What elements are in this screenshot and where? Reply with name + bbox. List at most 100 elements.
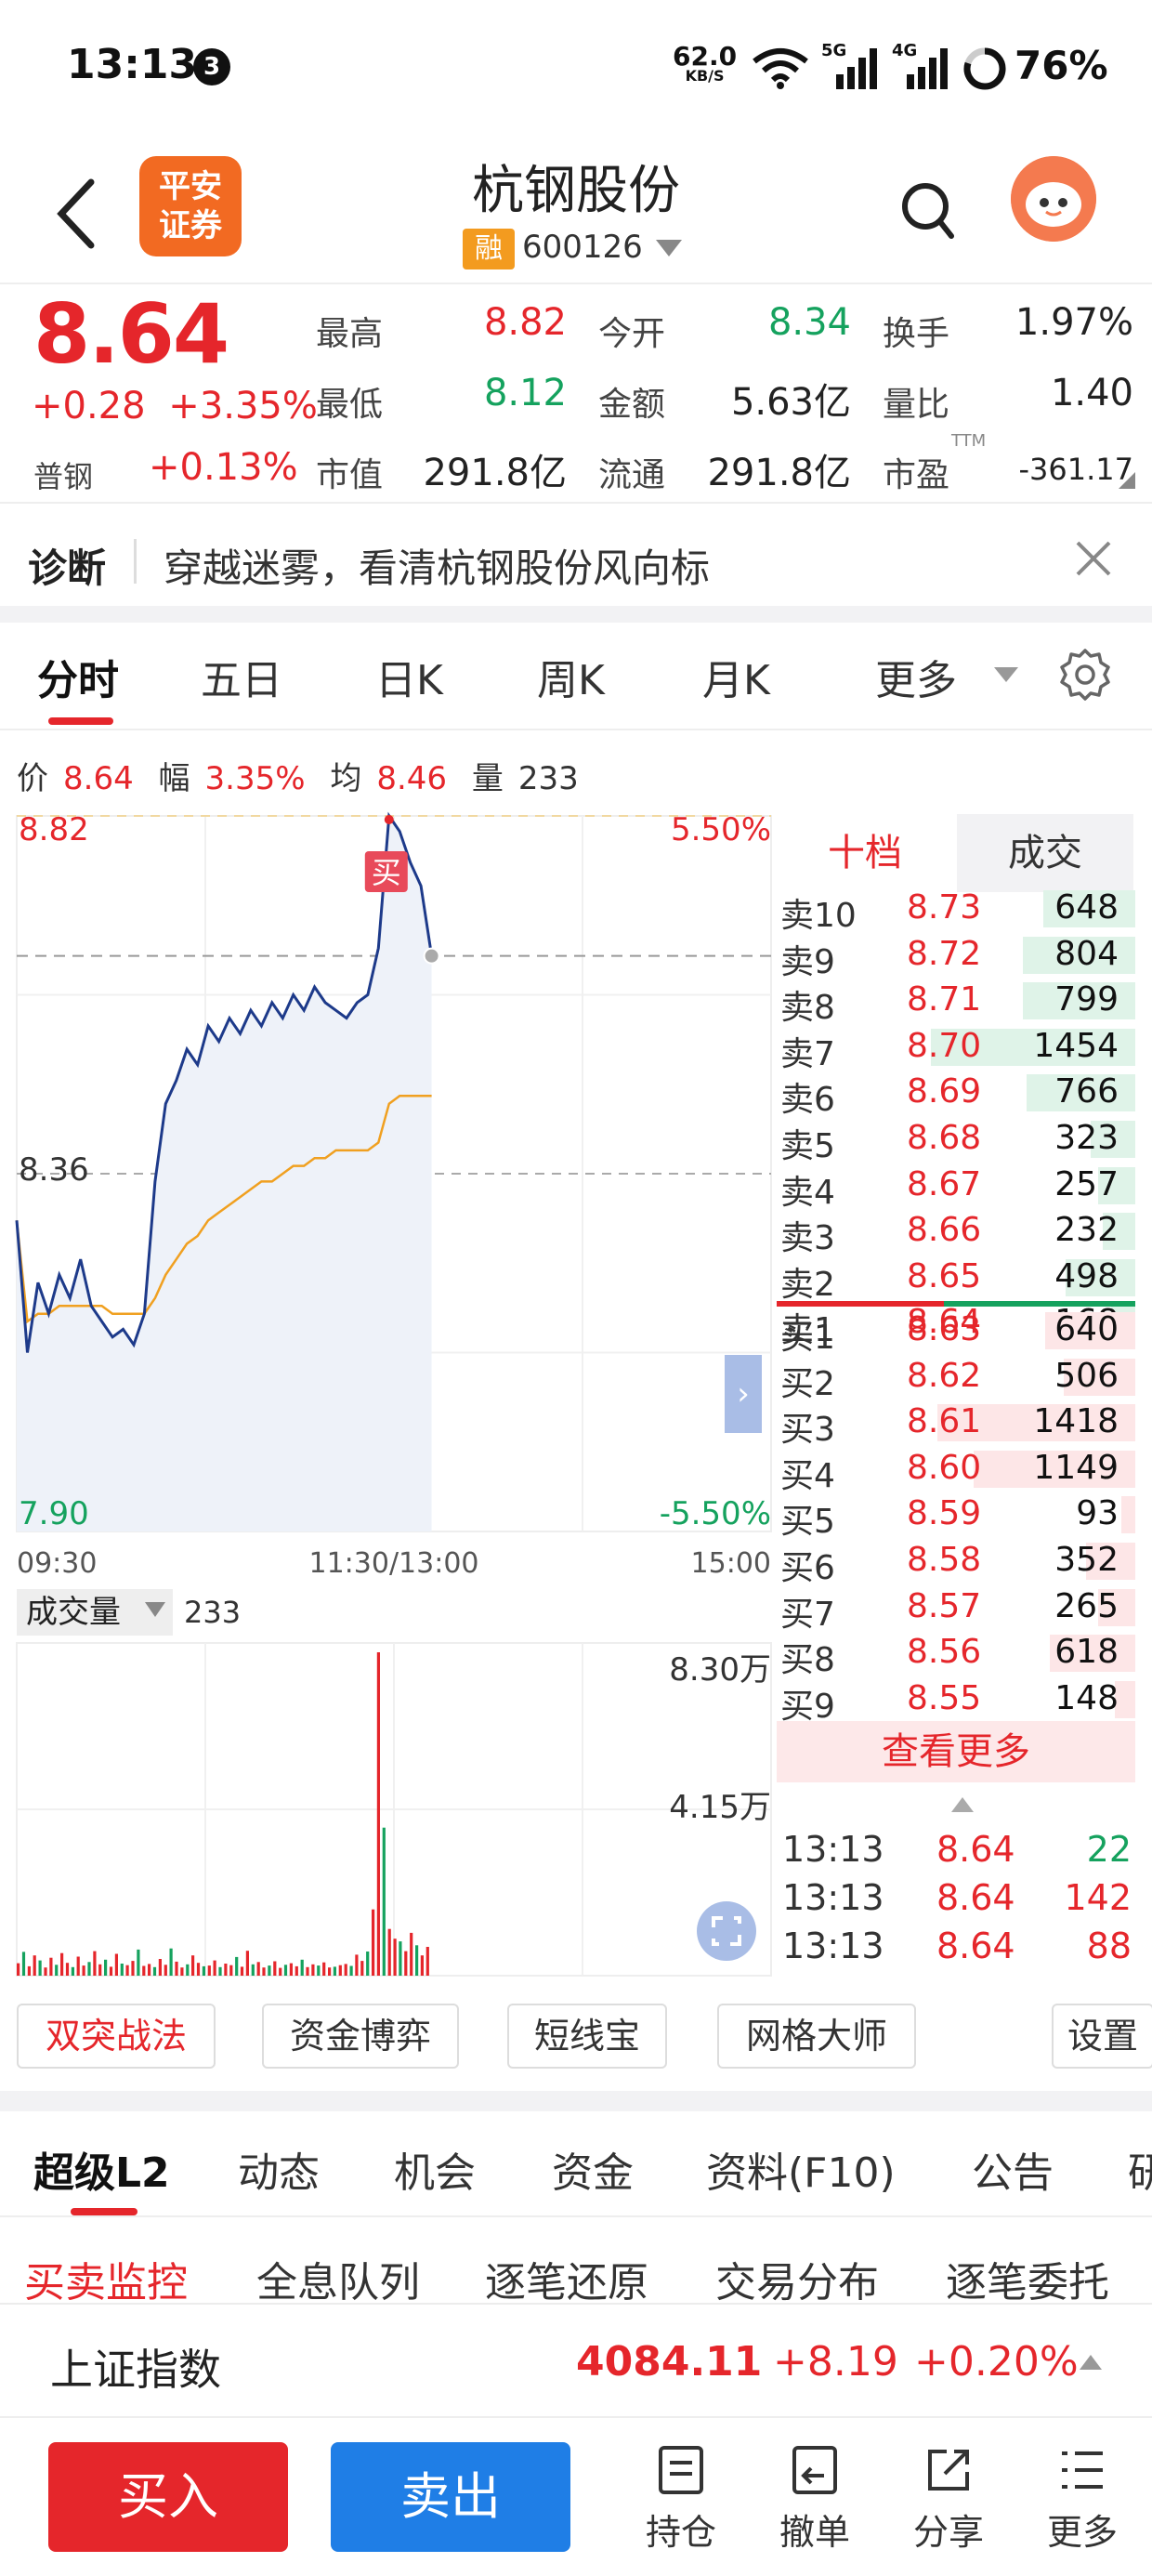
tab-daily-k[interactable]: 日K — [375, 647, 443, 706]
volume-bar — [71, 1966, 74, 1976]
order-book-row[interactable]: 买1 8.63 640 — [777, 1310, 1135, 1357]
last-price-dot — [423, 947, 440, 965]
order-book-row[interactable]: 买9 8.55 148 — [777, 1679, 1135, 1726]
volume-chart[interactable]: 8.30万 4.15万 — [0, 1636, 777, 1979]
y-tick-bottom: 7.90 — [19, 1495, 89, 1532]
order-price: 8.72 — [907, 934, 982, 973]
tab-five-day[interactable]: 五日 — [201, 647, 282, 706]
order-book-row[interactable]: 买6 8.58 352 — [777, 1541, 1135, 1587]
sell-button[interactable]: 卖出 — [331, 2442, 570, 2552]
see-more-button[interactable]: 查看更多 — [777, 1721, 1135, 1782]
order-price: 8.65 — [907, 1256, 982, 1295]
divider — [0, 2215, 1152, 2217]
order-book-row[interactable]: 卖2 8.65 498 — [777, 1256, 1135, 1304]
volume-bar — [76, 1956, 80, 1976]
order-price: 8.69 — [907, 1072, 982, 1111]
order-book-row[interactable]: 买7 8.57 265 — [777, 1587, 1135, 1634]
positions-button[interactable]: 持仓 — [630, 2444, 732, 2555]
volume-bar — [202, 1965, 205, 1976]
order-book-row[interactable]: 卖8 8.71 799 — [777, 980, 1135, 1027]
chip-short-term[interactable]: 短线宝 — [507, 2004, 667, 2069]
buy-button[interactable]: 买入 — [48, 2442, 288, 2552]
tab-funds[interactable]: 资金 — [552, 2139, 634, 2199]
info-avg: 8.46 — [376, 760, 448, 797]
order-book-row[interactable]: 卖5 8.68 323 — [777, 1119, 1135, 1165]
close-icon[interactable] — [1068, 533, 1119, 584]
tab-intraday[interactable]: 分时 — [37, 647, 119, 706]
order-book-row[interactable]: 卖6 8.69 766 — [777, 1072, 1135, 1119]
volume-bar — [338, 1965, 342, 1976]
y-tick-top: 8.82 — [19, 811, 89, 848]
intraday-price-chart[interactable]: 买 8.82 8.36 7.90 5.50% -5.50% 09:30 11:3… — [0, 808, 777, 1589]
corner-expand-icon[interactable] — [1119, 472, 1135, 489]
quote-value-high: 8.82 — [483, 301, 567, 344]
order-book-row[interactable]: 买2 8.62 506 — [777, 1357, 1135, 1403]
order-price: 8.71 — [907, 980, 982, 1019]
tab-more[interactable]: 更多 — [875, 647, 957, 706]
chevron-up-icon[interactable] — [951, 1797, 974, 1812]
volume-bar — [33, 1955, 36, 1976]
tab-announcements[interactable]: 公告 — [972, 2139, 1054, 2199]
info-amp-label: 幅 — [158, 760, 190, 797]
tab-ten-levels[interactable]: 十档 — [777, 814, 953, 892]
tab-trades[interactable]: 成交 — [957, 814, 1133, 892]
fullscreen-icon[interactable] — [697, 1901, 756, 1961]
order-book-row[interactable]: 卖7 8.70 1454 — [777, 1027, 1135, 1073]
volume-bar — [333, 1966, 336, 1976]
tab-monthly-k[interactable]: 月K — [702, 647, 770, 706]
order-volume: 93 — [1076, 1494, 1119, 1533]
tab-opportunities[interactable]: 机会 — [394, 2139, 476, 2199]
order-book-row[interactable]: 买4 8.60 1149 — [777, 1449, 1135, 1495]
chip-settings[interactable]: 设置 — [1052, 2004, 1152, 2069]
tab-super-l2[interactable]: 超级L2 — [33, 2139, 170, 2199]
subtab-tick-orders[interactable]: 逐笔委托 — [946, 2249, 1109, 2308]
order-book-row[interactable]: 卖9 8.72 804 — [777, 934, 1135, 981]
status-bar: 13:13 3 62.0 KB/S 5G 4G 76% — [0, 0, 1152, 139]
order-price: 8.63 — [907, 1310, 982, 1348]
tab-research[interactable]: 研 — [1128, 2139, 1152, 2199]
volume-bar — [410, 1932, 413, 1976]
gear-icon[interactable] — [1057, 647, 1113, 703]
tab-dynamics[interactable]: 动态 — [238, 2139, 320, 2199]
subtab-tick-replay[interactable]: 逐笔还原 — [485, 2249, 648, 2308]
search-icon[interactable] — [899, 178, 957, 243]
x-tick-midday: 11:30/13:00 — [308, 1547, 478, 1580]
expand-panel-chevron-right-icon[interactable]: › — [725, 1355, 762, 1433]
chevron-down-icon[interactable] — [656, 240, 682, 256]
chip-double-breakout[interactable]: 双突战法 — [17, 2004, 216, 2069]
trade-time: 13:13 — [782, 1877, 884, 1918]
order-level-label: 卖8 — [780, 989, 835, 1028]
chevron-up-icon[interactable] — [1080, 2355, 1102, 2370]
order-book-row[interactable]: 买5 8.59 93 — [777, 1494, 1135, 1541]
subtab-trade-monitor[interactable]: 买卖监控 — [24, 2249, 188, 2308]
order-book-row[interactable]: 卖10 8.73 648 — [777, 888, 1135, 935]
order-volume: 799 — [1054, 980, 1119, 1019]
order-book-row[interactable]: 买3 8.61 1418 — [777, 1402, 1135, 1449]
subtab-full-queue[interactable]: 全息队列 — [256, 2249, 420, 2308]
cancel-order-button[interactable]: 撤单 — [764, 2444, 866, 2555]
order-book-row[interactable]: 买8 8.56 618 — [777, 1633, 1135, 1679]
order-level-label: 卖5 — [780, 1127, 835, 1165]
chip-grid-master[interactable]: 网格大师 — [717, 2004, 916, 2069]
order-book-row[interactable]: 卖4 8.67 257 — [777, 1165, 1135, 1212]
volume-bar — [196, 1963, 201, 1976]
status-time: 13:13 — [67, 41, 198, 88]
order-volume: 1418 — [1033, 1402, 1119, 1441]
order-price: 8.56 — [907, 1633, 982, 1672]
tab-profile-f10[interactable]: 资料(F10) — [706, 2139, 896, 2199]
diagnosis-text[interactable]: 穿越迷雾，看清杭钢股份风向标 — [164, 537, 710, 594]
tab-weekly-k[interactable]: 周K — [537, 647, 605, 706]
assistant-avatar-icon[interactable] — [1011, 156, 1096, 242]
info-avg-label: 均 — [330, 760, 362, 797]
tab-active-indicator — [71, 2208, 137, 2215]
more-button[interactable]: 更多 — [1031, 2444, 1133, 2555]
subtab-trade-distribution[interactable]: 交易分布 — [715, 2249, 879, 2308]
chevron-down-icon[interactable] — [994, 667, 1018, 682]
chevron-down-icon[interactable] — [145, 1602, 165, 1617]
battery-icon — [963, 47, 1006, 90]
divider — [0, 729, 1152, 730]
chip-fund-game[interactable]: 资金博弈 — [262, 2004, 459, 2069]
stock-code[interactable]: 600126 — [522, 229, 643, 266]
share-button[interactable]: 分享 — [897, 2444, 1000, 2555]
order-book-row[interactable]: 卖3 8.66 232 — [777, 1211, 1135, 1257]
